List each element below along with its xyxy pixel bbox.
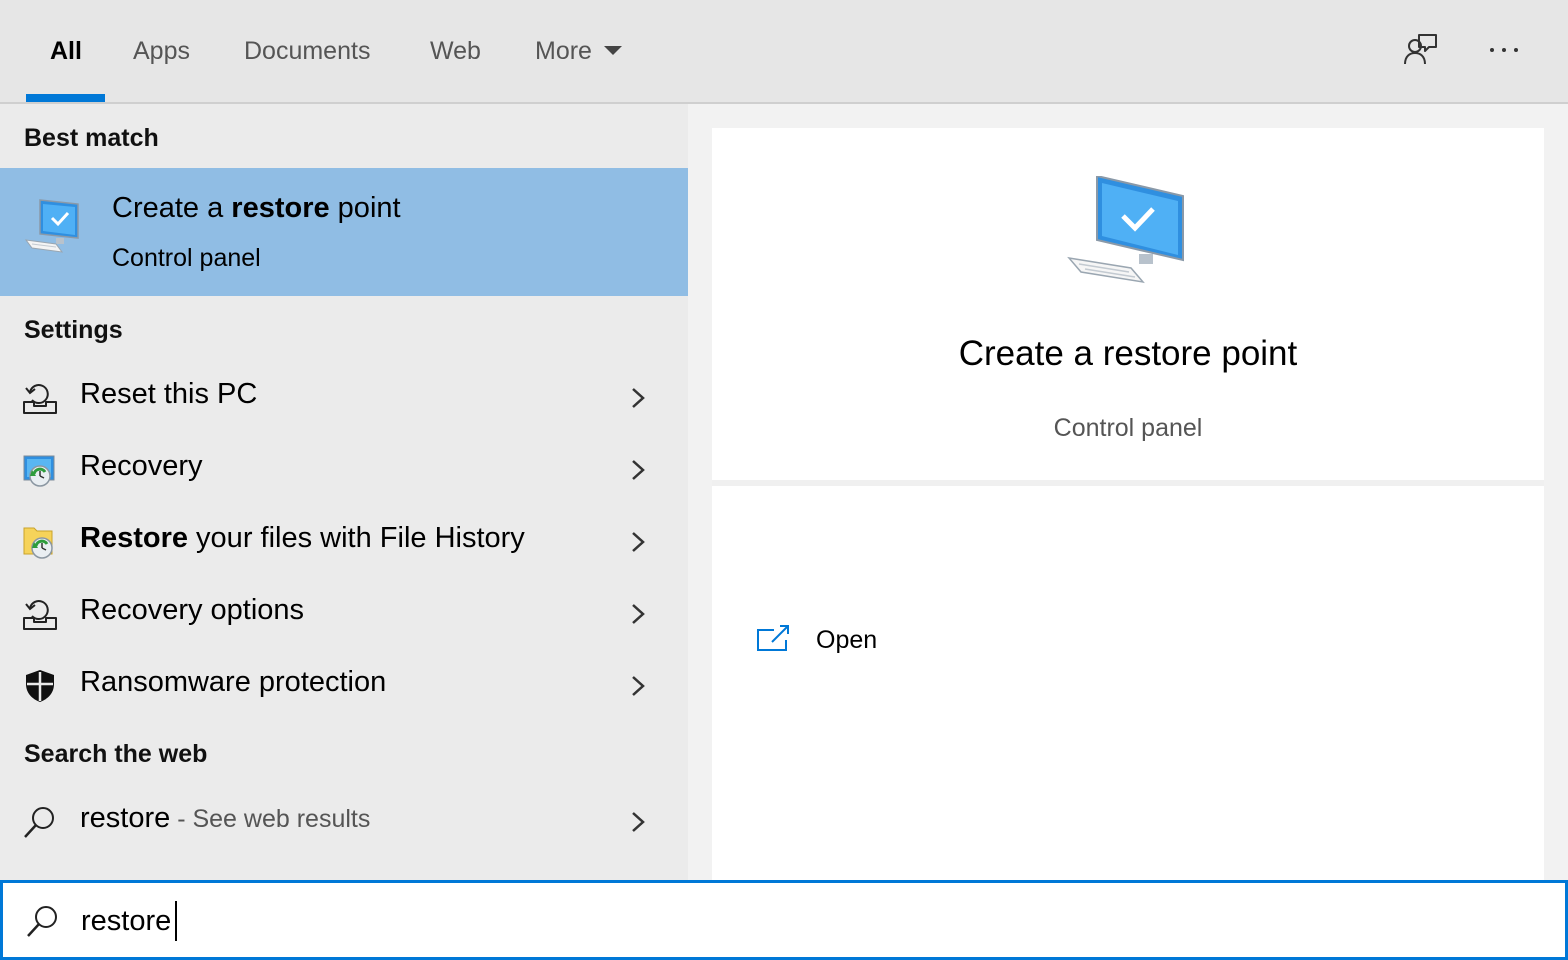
tab-documents[interactable]: Documents	[244, 0, 370, 102]
web-result-label: restore - See web results	[80, 802, 370, 835]
reset-pc-icon	[23, 384, 57, 414]
settings-item-recovery[interactable]: Recovery	[0, 434, 688, 506]
settings-item-reset-this-pc[interactable]: Reset this PC	[0, 362, 688, 434]
web-suffix: - See web results	[170, 805, 371, 833]
label-text: Recovery options	[80, 594, 305, 626]
file-history-icon	[23, 527, 53, 559]
search-icon	[24, 807, 54, 838]
chevron-right-icon	[632, 388, 645, 408]
chevron-right-icon	[632, 460, 645, 480]
preview-title: Create a restore point	[958, 334, 1298, 373]
text-cursor	[175, 901, 177, 941]
preview-header: Create a restore point Control panel	[712, 128, 1544, 480]
search-scope-tabs: All Apps Documents Web More	[0, 0, 1568, 104]
tab-web[interactable]: Web	[430, 0, 481, 102]
chevron-right-icon	[632, 812, 645, 832]
settings-item-file-history[interactable]: Restore your files with File History	[0, 506, 688, 578]
web-query: restore	[80, 802, 171, 834]
settings-item-label: Recovery options	[80, 594, 304, 627]
settings-heading: Settings	[24, 316, 123, 344]
best-match-title-post: point	[329, 192, 401, 224]
tab-more[interactable]: More	[535, 0, 622, 102]
search-input[interactable]	[81, 897, 1481, 945]
best-match-item[interactable]: Create a restore point Control panel	[0, 168, 688, 296]
settings-item-label: Recovery	[80, 450, 203, 483]
computer-check-icon	[1067, 176, 1184, 284]
chevron-right-icon	[632, 604, 645, 624]
tab-all-label: All	[50, 36, 82, 65]
ellipsis-icon[interactable]	[1484, 30, 1524, 70]
active-tab-indicator	[26, 94, 105, 102]
best-match-title-bold: restore	[231, 192, 330, 224]
search-icon	[27, 906, 57, 937]
shield-icon	[26, 670, 54, 702]
label-text: Reset this PC	[80, 378, 258, 410]
chevron-down-icon	[603, 45, 622, 55]
open-external-icon	[757, 625, 789, 651]
settings-item-label: Ransomware protection	[80, 666, 386, 699]
open-action-label: Open	[816, 626, 878, 654]
best-match-title-pre: Create a	[112, 192, 232, 224]
web-result-item[interactable]: restore - See web results	[0, 786, 688, 858]
tab-all[interactable]: All	[50, 0, 82, 102]
settings-item-label: Reset this PC	[80, 378, 257, 411]
tab-web-label: Web	[430, 36, 481, 65]
recovery-options-icon	[23, 600, 57, 630]
preview-pane: Create a restore point Control panel Ope…	[688, 104, 1568, 880]
recovery-icon	[23, 455, 55, 487]
settings-item-ransomware-protection[interactable]: Ransomware protection	[0, 650, 688, 722]
search-box	[0, 880, 1568, 960]
label-bold: Restore	[80, 522, 188, 554]
chevron-right-icon	[632, 532, 645, 552]
best-match-subtitle: Control panel	[112, 244, 261, 272]
chevron-right-icon	[632, 676, 645, 696]
settings-item-label: Restore your files with File History	[80, 522, 525, 555]
label-text: your files with File History	[188, 522, 525, 554]
preview-actions: Open	[712, 486, 1544, 880]
tab-more-label: More	[535, 36, 592, 65]
computer-check-icon	[24, 199, 79, 253]
preview-subtitle: Control panel	[1053, 414, 1203, 442]
tab-documents-label: Documents	[244, 36, 371, 65]
tab-apps-label: Apps	[133, 36, 190, 65]
tab-apps[interactable]: Apps	[133, 0, 190, 102]
label-text: Ransomware protection	[80, 666, 387, 698]
search-the-web-heading: Search the web	[24, 740, 208, 768]
feedback-icon[interactable]	[1400, 30, 1440, 70]
best-match-title: Create a restore point	[112, 192, 401, 225]
settings-item-recovery-options[interactable]: Recovery options	[0, 578, 688, 650]
open-action[interactable]: Open	[756, 618, 1056, 668]
results-list: Best match Create a restore point Contro…	[0, 104, 688, 880]
best-match-heading: Best match	[24, 124, 159, 152]
label-text: Recovery	[80, 450, 203, 482]
